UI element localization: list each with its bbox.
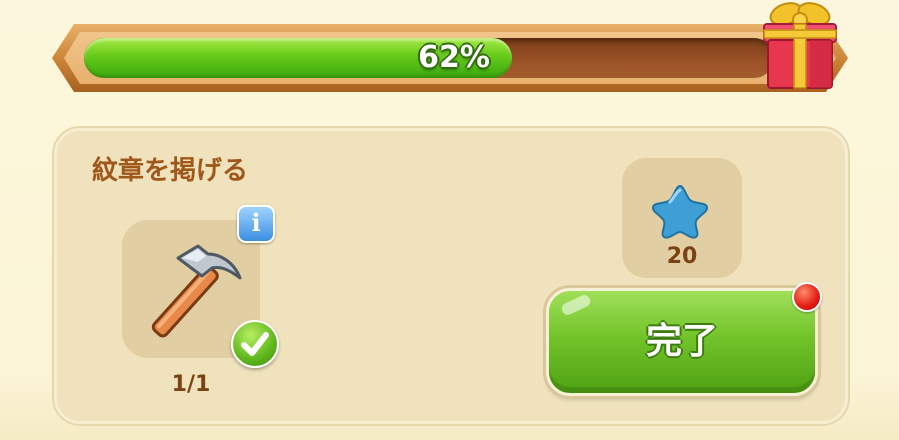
red-dot-icon [792,282,822,312]
blue-star-icon [651,184,709,239]
complete-button-label: 完了 [645,321,718,362]
complete-button[interactable]: 完了 [546,288,818,396]
gift-box-icon[interactable] [758,0,842,92]
task-title: 紋章を掲げる [92,156,249,186]
progress-percent-label: 62% [418,40,490,75]
reward-amount: 20 [666,244,698,269]
item-count: 1/1 [171,372,211,397]
check-icon [231,320,279,368]
info-button[interactable]: i [237,205,275,243]
